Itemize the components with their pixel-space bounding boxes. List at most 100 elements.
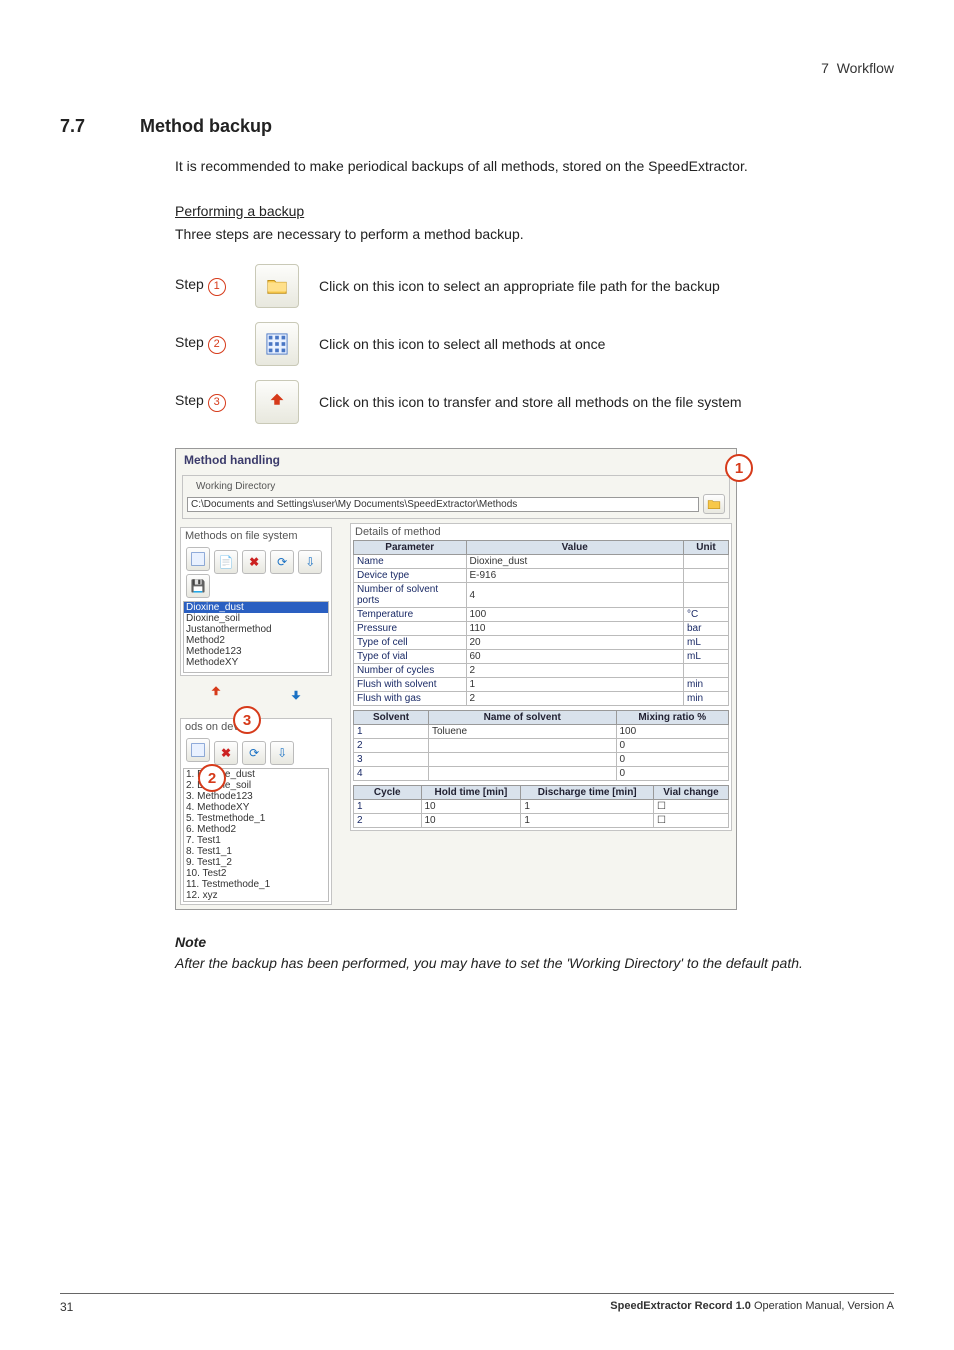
delete-icon[interactable]: ✖ (214, 741, 238, 765)
fs-toolbar: 📄 ✖ ⟳ ⇩ 💾 (183, 544, 329, 601)
footer-text: SpeedExtractor Record 1.0 Operation Manu… (610, 1300, 894, 1314)
page-header: 7 Workflow (60, 60, 894, 76)
param-unit[interactable]: mL (684, 636, 729, 650)
table-cell: 1 (354, 800, 422, 814)
details-legend: Details of method (355, 526, 729, 538)
table-cell[interactable]: 10 (421, 814, 521, 828)
param-name: Number of solvent ports (354, 583, 467, 608)
section-number: 7.7 (60, 116, 110, 137)
th-cycle: Cycle (354, 786, 422, 800)
list-item[interactable]: 3. Methode123 (184, 791, 328, 802)
th-solvent-name: Name of solvent (429, 711, 617, 725)
table-cell[interactable]: 0 (616, 753, 729, 767)
transfer-up-icon[interactable] (202, 684, 230, 710)
browse-folder-icon[interactable] (703, 494, 725, 514)
step-1-row: Step 1 Click on this icon to select an a… (175, 264, 874, 308)
table-cell[interactable]: 0 (616, 767, 729, 781)
list-item[interactable]: 5. Testmethode_1 (184, 813, 328, 824)
select-all-icon (255, 322, 299, 366)
param-value[interactable]: 1 (466, 678, 684, 692)
note-body: After the backup has been performed, you… (175, 954, 874, 974)
table-cell[interactable]: Toluene (429, 725, 617, 739)
param-value[interactable]: 110 (466, 622, 684, 636)
param-unit[interactable] (684, 583, 729, 608)
list-item[interactable]: 10. Test2 (184, 868, 328, 879)
table-cell[interactable] (429, 739, 617, 753)
refresh-icon[interactable]: ⟳ (270, 550, 294, 574)
vial-change-checkbox[interactable]: ☐ (654, 814, 729, 828)
list-item[interactable]: 9. Test1_2 (184, 857, 328, 868)
table-cell[interactable]: 0 (616, 739, 729, 753)
fs-legend: Methods on file system (185, 530, 329, 542)
window-title: Method handling (176, 449, 736, 471)
param-value[interactable]: E-916 (466, 569, 684, 583)
param-unit[interactable]: bar (684, 622, 729, 636)
table-cell: 4 (354, 767, 429, 781)
transfer-down-icon[interactable] (282, 684, 310, 710)
list-item[interactable]: Justanothermethod (184, 624, 328, 635)
param-unit[interactable]: min (684, 678, 729, 692)
cycle-table: Cycle Hold time [min] Discharge time [mi… (353, 785, 729, 828)
select-all-icon[interactable] (186, 738, 210, 762)
list-item[interactable]: 11. Testmethode_1 (184, 879, 328, 890)
list-item[interactable]: Dioxine_dust (184, 602, 328, 613)
delete-icon[interactable]: ✖ (242, 550, 266, 574)
table-cell[interactable] (429, 767, 617, 781)
param-value[interactable]: 60 (466, 650, 684, 664)
param-unit[interactable] (684, 569, 729, 583)
step-2-desc: Click on this icon to select all methods… (319, 336, 874, 352)
param-value[interactable]: Dioxine_dust (466, 555, 684, 569)
header-chapter: 7 (821, 60, 829, 76)
param-unit (684, 664, 729, 678)
param-value[interactable]: 4 (466, 583, 684, 608)
list-item[interactable]: 12. xyz (184, 890, 328, 901)
select-all-icon[interactable] (186, 547, 210, 571)
list-item[interactable]: Methode123 (184, 646, 328, 657)
th-hold: Hold time [min] (421, 786, 521, 800)
table-cell[interactable] (429, 753, 617, 767)
th-solvent: Solvent (354, 711, 429, 725)
step-2-number: 2 (208, 336, 226, 354)
callout-3-icon: 3 (233, 706, 261, 734)
path-input[interactable]: C:\Documents and Settings\user\My Docume… (187, 497, 699, 512)
param-value[interactable]: 100 (466, 608, 684, 622)
table-cell[interactable]: 1 (521, 814, 654, 828)
param-name: Device type (354, 569, 467, 583)
step-3-row: Step 3 Click on this icon to transfer an… (175, 380, 874, 424)
th-mixing: Mixing ratio % (616, 711, 729, 725)
param-value[interactable]: 2 (466, 692, 684, 706)
save-icon[interactable]: 💾 (186, 574, 210, 598)
param-value[interactable]: 2 (466, 664, 684, 678)
footer-tail: Operation Manual, Version A (751, 1300, 894, 1312)
list-item[interactable]: Dioxine_soil (184, 613, 328, 624)
list-item[interactable]: 7. Test1 (184, 835, 328, 846)
step-2-label: Step (175, 334, 204, 350)
section-title: Method backup (140, 116, 272, 137)
download-icon[interactable]: ⇩ (270, 741, 294, 765)
working-dir-legend: Working Directory (193, 481, 278, 492)
param-value[interactable]: 20 (466, 636, 684, 650)
table-cell: 3 (354, 753, 429, 767)
list-item[interactable]: 4. MethodeXY (184, 802, 328, 813)
device-toolbar: ✖ ⟳ ⇩ (183, 735, 329, 768)
param-unit[interactable]: mL (684, 650, 729, 664)
screenshot: Method handling Working Directory C:\Doc… (175, 448, 874, 910)
refresh-icon[interactable]: ⟳ (242, 741, 266, 765)
vial-change-checkbox[interactable]: ☐ (654, 800, 729, 814)
callout-1-icon: 1 (725, 454, 753, 482)
download-icon[interactable]: ⇩ (298, 550, 322, 574)
param-unit[interactable]: min (684, 692, 729, 706)
upload-icon (255, 380, 299, 424)
new-icon[interactable]: 📄 (214, 550, 238, 574)
param-unit[interactable]: °C (684, 608, 729, 622)
table-cell: 2 (354, 739, 429, 753)
table-cell[interactable]: 1 (521, 800, 654, 814)
list-item[interactable]: 6. Method2 (184, 824, 328, 835)
table-cell[interactable]: 100 (616, 725, 729, 739)
table-cell[interactable]: 10 (421, 800, 521, 814)
list-item[interactable]: MethodeXY (184, 657, 328, 668)
fs-file-list[interactable]: Dioxine_dust Dioxine_soil Justanothermet… (183, 601, 329, 673)
list-item[interactable]: 8. Test1_1 (184, 846, 328, 857)
subheading: Performing a backup (175, 203, 874, 219)
list-item[interactable]: Method2 (184, 635, 328, 646)
